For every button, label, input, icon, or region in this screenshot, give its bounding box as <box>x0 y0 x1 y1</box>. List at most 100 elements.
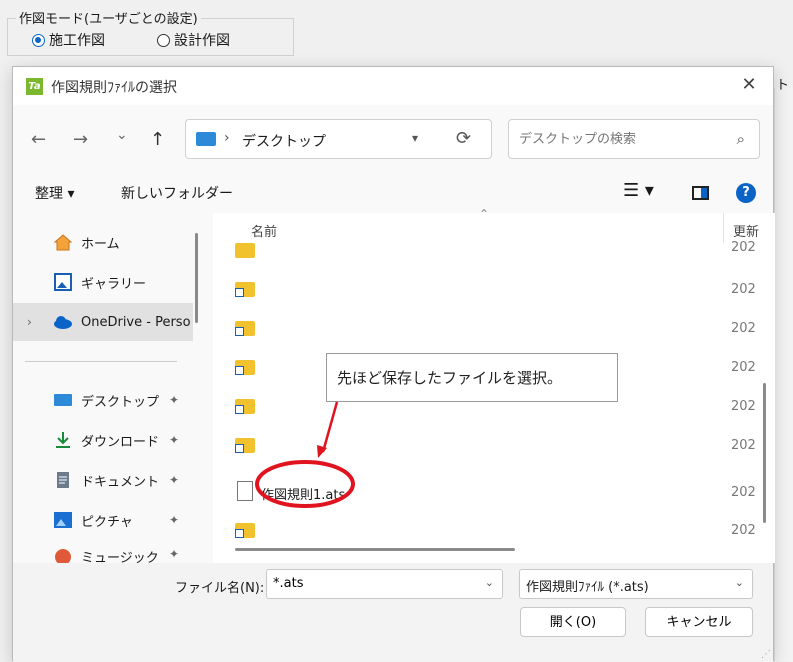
help-icon[interactable]: ? <box>736 183 756 203</box>
file-row[interactable]: 202 <box>213 513 756 551</box>
address-path[interactable]: デスクトップ <box>242 131 326 151</box>
file-row[interactable]: 202 <box>213 428 756 466</box>
background-right-panel <box>774 88 793 661</box>
file-row-ats[interactable]: 作図規則1.ats 202 <box>213 475 756 513</box>
search-box[interactable]: ⌕ <box>508 119 760 159</box>
file-date: 202 <box>731 321 756 336</box>
sidebar-item-label: ギャラリー <box>81 276 147 292</box>
folder-shortcut-icon <box>235 321 255 336</box>
new-folder-button[interactable]: 新しいフォルダー <box>121 183 233 203</box>
radio-design[interactable]: 設計作図 <box>157 30 230 50</box>
pin-icon[interactable]: ✦ <box>169 393 179 407</box>
pictures-icon <box>54 512 72 528</box>
file-date: 202 <box>731 438 756 453</box>
file-date: 202 <box>731 399 756 414</box>
file-date: 202 <box>731 360 756 375</box>
sidebar-item-onedrive[interactable]: › OneDrive - Perso <box>13 303 193 341</box>
address-dropdown-icon[interactable]: ▾ <box>412 131 418 145</box>
command-toolbar: 整理 ▾ 新しいフォルダー ☰ ▾ ? <box>13 175 773 211</box>
folder-shortcut-icon <box>235 399 255 414</box>
column-header-date[interactable]: 更新 <box>733 221 759 240</box>
document-icon <box>57 472 69 488</box>
pin-icon[interactable]: ✦ <box>169 473 179 487</box>
sidebar-item-home[interactable]: ホーム <box>13 223 193 261</box>
callout-box: 先ほど保存したファイルを選択。 <box>326 353 618 402</box>
desktop-folder-icon <box>196 132 216 146</box>
dialog-footer: ファイル名(N): ⌄ 作図規則ﾌｧｲﾙ (*.ats) ⌄ 開く(O) キャン… <box>13 563 773 662</box>
document-file-icon <box>237 481 253 501</box>
file-date: 202 <box>731 240 756 255</box>
file-name: 作図規則1.ats <box>261 488 346 503</box>
path-separator: › <box>224 130 230 146</box>
file-date: 202 <box>731 282 756 297</box>
address-bar[interactable]: › デスクトップ ▾ ⟳ <box>185 119 492 159</box>
file-row[interactable]: 202 <box>213 272 756 310</box>
open-button[interactable]: 開く(O) <box>520 607 626 637</box>
sidebar-item-gallery[interactable]: ギャラリー <box>13 263 193 301</box>
navigation-row: ← → ⌄ ↑ › デスクトップ ▾ ⟳ ⌕ <box>13 119 773 159</box>
desktop-icon <box>54 394 72 406</box>
nav-scrollbar[interactable] <box>195 233 198 323</box>
pin-icon[interactable]: ✦ <box>169 513 179 527</box>
music-icon <box>55 549 71 563</box>
sidebar-item-label: OneDrive - Perso <box>81 314 191 330</box>
folder-shortcut-icon <box>235 360 255 375</box>
file-date: 202 <box>731 485 756 500</box>
pin-icon[interactable]: ✦ <box>169 547 179 561</box>
resize-grip-icon[interactable]: ⋰ <box>761 649 771 660</box>
gallery-icon <box>54 273 72 291</box>
sidebar-item-desktop[interactable]: デスクトップ ✦ <box>13 381 193 419</box>
dialog-title: 作図規則ﾌｧｲﾙの選択 <box>51 80 177 96</box>
filename-input[interactable] <box>271 575 471 592</box>
radio-design-label: 設計作図 <box>174 33 230 49</box>
search-icon[interactable]: ⌕ <box>737 130 745 148</box>
file-row[interactable]: 202 <box>213 311 756 349</box>
file-date: 202 <box>731 523 756 538</box>
forward-arrow-icon[interactable]: → <box>73 129 88 150</box>
organize-button[interactable]: 整理 ▾ <box>35 183 74 203</box>
horizontal-scrollbar[interactable] <box>235 548 515 551</box>
folder-shortcut-icon <box>235 282 255 297</box>
sidebar-item-downloads[interactable]: ダウンロード ✦ <box>13 421 193 459</box>
sidebar-item-label: ホーム <box>81 236 120 252</box>
filename-label: ファイル名(N): <box>175 581 265 596</box>
refresh-icon[interactable]: ⟳ <box>456 128 471 149</box>
folder-shortcut-icon <box>235 438 255 453</box>
filetype-value: 作図規則ﾌｧｲﾙ (*.ats) <box>526 580 649 595</box>
folder-shortcut-icon <box>235 523 255 538</box>
column-separator <box>723 213 724 243</box>
background-text-fragment: ト <box>776 78 790 93</box>
nav-divider <box>25 361 177 362</box>
mode-group-label: 作図モード(ユーザごとの設定) <box>16 8 201 27</box>
app-icon: Ta <box>26 78 43 95</box>
home-icon <box>53 234 73 251</box>
search-input[interactable] <box>517 129 717 149</box>
radio-unselected-icon <box>157 33 170 47</box>
close-icon[interactable]: ✕ <box>739 75 759 95</box>
view-options-icon[interactable]: ☰ ▾ <box>623 180 654 201</box>
radio-construction-label: 施工作図 <box>49 33 105 49</box>
title-bar: Ta 作図規則ﾌｧｲﾙの選択 ✕ <box>13 67 773 105</box>
navigation-pane: ホーム ギャラリー › OneDrive - Perso デスクトップ ✦ ダウ… <box>13 213 201 563</box>
filename-combo[interactable]: ⌄ <box>266 569 503 599</box>
back-arrow-icon[interactable]: ← <box>31 129 46 150</box>
up-arrow-icon[interactable]: ↑ <box>150 129 165 150</box>
vertical-scrollbar[interactable] <box>763 383 766 523</box>
radio-construction[interactable]: 施工作図 <box>32 30 105 50</box>
sidebar-item-pictures[interactable]: ピクチャ ✦ <box>13 501 193 539</box>
filetype-select[interactable]: 作図規則ﾌｧｲﾙ (*.ats) ⌄ <box>519 569 753 599</box>
chevron-down-icon[interactable]: ⌄ <box>735 576 744 589</box>
folder-icon <box>235 243 255 258</box>
recent-locations-chevron-icon[interactable]: ⌄ <box>116 127 128 143</box>
download-icon <box>56 432 70 448</box>
expand-chevron-icon[interactable]: › <box>27 315 32 329</box>
sidebar-item-music[interactable]: ミュージック ✦ <box>13 541 193 563</box>
preview-pane-icon[interactable] <box>692 186 709 200</box>
chevron-down-icon[interactable]: ⌄ <box>485 576 494 589</box>
sidebar-item-documents[interactable]: ドキュメント ✦ <box>13 461 193 499</box>
radio-selected-icon <box>32 33 45 47</box>
sort-arrow-icon: ⌃ <box>479 207 490 221</box>
pin-icon[interactable]: ✦ <box>169 433 179 447</box>
file-row[interactable]: 202 <box>213 237 756 261</box>
cancel-button[interactable]: キャンセル <box>645 607 753 637</box>
